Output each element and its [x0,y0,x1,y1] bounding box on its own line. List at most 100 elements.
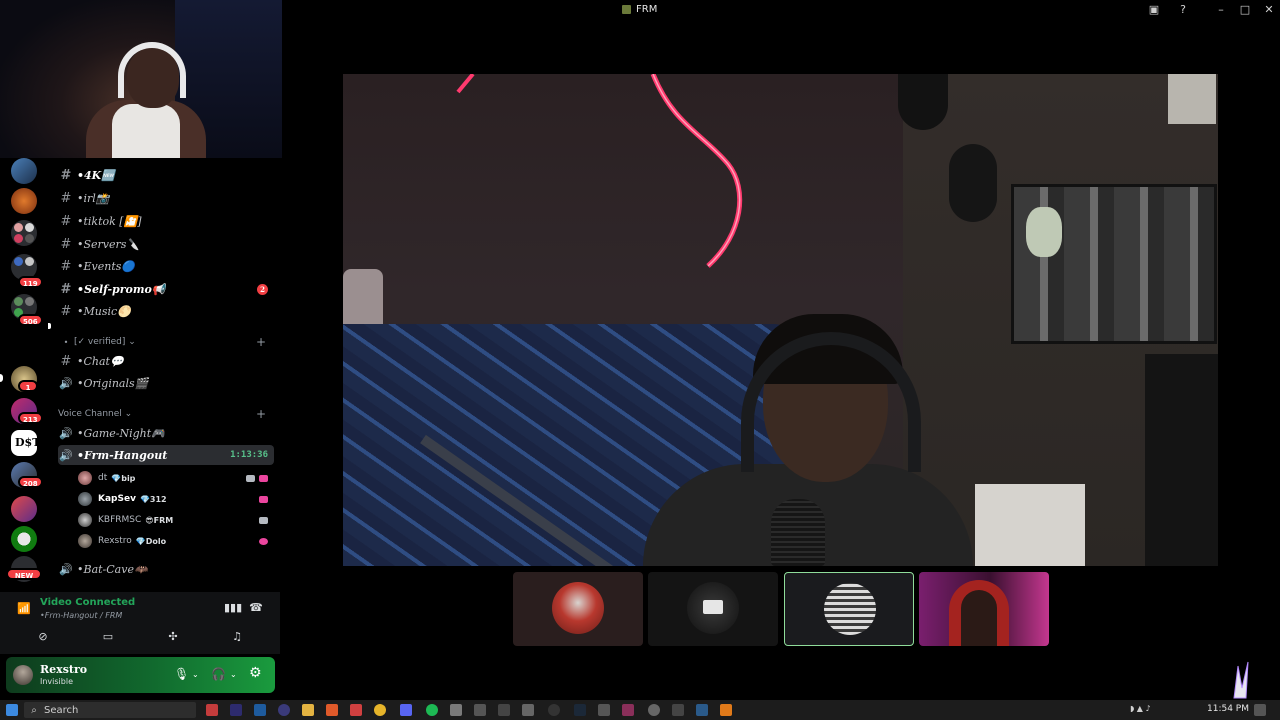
noise-suppression-icon[interactable]: ▮▮▮ [224,600,242,616]
soundboard-icon[interactable]: ♫ [229,629,245,645]
voice-user[interactable]: dt 💎bip [78,468,274,488]
tray-icons[interactable]: ◗ ▲ ♪ [1130,704,1170,716]
voice-connected-panel: 📶 Video Connected •Frm-Hangout / FRM ▮▮▮… [0,592,280,654]
channel-music[interactable]: # •Music🌕 [58,301,274,321]
app-icon[interactable] [474,704,486,716]
add-channel-icon[interactable]: + [256,407,266,421]
channel-irl[interactable]: # •irl📸 [58,188,274,208]
participant-tile-selected[interactable] [784,572,914,646]
channel-self-promo[interactable]: # •Self-promo📢 2 [58,279,274,299]
voice-channel-path[interactable]: •Frm-Hangout / FRM [40,611,122,620]
channel-label: •Frm-Hangout [77,448,168,462]
taskbar-search[interactable]: ⌕ Search [24,702,196,718]
channel-tiktok[interactable]: # •tiktok [🎦] [58,211,274,231]
server-icon[interactable] [11,188,37,214]
camera-off-icon[interactable]: ⊘ [35,629,51,645]
chevron-down-icon[interactable]: ⌄ [230,670,237,679]
activities-icon[interactable]: ✣ [165,629,181,645]
channel-chat[interactable]: # •Chat💬 [58,351,274,371]
app-icon[interactable] [230,704,242,716]
channel-servers[interactable]: # •Servers🔪 [58,234,274,254]
main-video-feed[interactable] [343,74,1218,566]
avatar [78,471,92,485]
app-icon[interactable] [672,704,684,716]
video-icon [246,474,255,482]
search-app-icon[interactable] [720,704,732,716]
voice-user-name: dt [98,473,108,483]
brave-icon[interactable] [326,704,338,716]
channel-originals[interactable]: 🔊 •Originals🎬 [58,373,274,393]
avatar[interactable] [13,665,33,685]
start-icon[interactable] [6,704,18,716]
mention-badge: 2 [257,283,268,295]
chevron-down-icon[interactable]: ⌄ [192,670,199,679]
hash-icon: # [60,236,72,252]
app-icon[interactable] [696,704,708,716]
app-icon[interactable] [278,704,290,716]
app-icon[interactable] [206,704,218,716]
voice-user-name: KapSev [98,494,136,504]
channel-events[interactable]: # •Events🔵 [58,256,274,276]
add-channel-icon[interactable]: + [256,335,266,349]
server-icon[interactable]: D$T [11,430,37,456]
minimize-button[interactable]: – [1214,3,1228,17]
headphones-icon[interactable]: 🎧 [211,667,226,681]
spotify-icon[interactable] [426,704,438,716]
settings-gear-icon[interactable]: ⚙ [249,665,262,681]
app-icon[interactable] [548,704,560,716]
voice-user-name: Rexstro [98,536,132,546]
photoshop-icon[interactable] [254,704,266,716]
taskbar-clock[interactable]: 11:54 PM [1207,704,1249,714]
category-verified[interactable]: • [✓ verified] ⌄ + [58,334,274,350]
voice-user-name: KBFRMSC [98,515,142,525]
app-icon[interactable] [522,704,534,716]
steam-icon[interactable] [574,704,586,716]
participant-tile[interactable] [919,572,1049,646]
server-icon[interactable] [11,158,37,184]
user-name[interactable]: Rexstro [40,663,87,676]
server-icon[interactable] [11,496,37,522]
discord-icon[interactable] [400,704,412,716]
search-placeholder: Search [44,704,79,716]
file-explorer-icon[interactable] [302,704,314,716]
channel-label: •Servers🔪 [77,237,141,251]
maximize-button[interactable]: □ [1238,3,1252,17]
voice-user-tag: 💎312 [139,494,167,504]
voice-user[interactable]: KBFRMSC 😎FRM [78,510,274,530]
microphone-icon[interactable]: 🎙 [174,667,189,681]
channel-label: •Game-Night🎮 [77,426,165,440]
category-voice-channel[interactable]: Voice Channel ⌄ + [58,406,274,422]
help-icon[interactable]: ? [1176,3,1190,17]
disconnect-icon[interactable]: ☎ [248,600,264,616]
channel-4k[interactable]: # •4K🆕 [58,165,274,185]
channel-label: •Music🌕 [77,304,131,318]
unread-pill [0,374,3,382]
voice-user[interactable]: KapSev 💎312 [78,489,274,509]
channel-label: •irl📸 [77,191,110,205]
chrome-icon[interactable] [374,704,386,716]
channel-label: •Originals🎬 [77,376,149,390]
app-icon[interactable] [622,704,634,716]
signal-icon[interactable]: 📶 [16,601,32,617]
app-icon[interactable] [450,704,462,716]
app-icon[interactable] [350,704,362,716]
xbox-icon[interactable] [11,526,37,552]
channel-label: •Bat-Cave🦇 [77,562,148,576]
avatar [78,492,92,506]
app-icon[interactable] [498,704,510,716]
voice-channel-frm-hangout[interactable]: 🔊 •Frm-Hangout 1:13:36 [58,445,274,465]
screen-share-icon[interactable]: ▭ [100,629,116,645]
participant-tile[interactable] [513,572,643,646]
notifications-icon[interactable] [1254,704,1266,716]
voice-channel-game-night[interactable]: 🔊 •Game-Night🎮 [58,423,274,443]
voice-status[interactable]: Video Connected [40,597,135,608]
inbox-icon[interactable]: ▣ [1147,3,1161,17]
app-icon[interactable] [648,704,660,716]
server-folder[interactable] [11,220,37,246]
voice-user[interactable]: Rexstro 💎Dolo [78,531,274,551]
voice-user-tag: 💎Dolo [135,536,167,546]
participant-tile[interactable] [648,572,778,646]
app-icon[interactable] [598,704,610,716]
close-button[interactable]: ✕ [1262,3,1276,17]
voice-channel-bat-cave[interactable]: 🔊 •Bat-Cave🦇 [58,559,274,579]
